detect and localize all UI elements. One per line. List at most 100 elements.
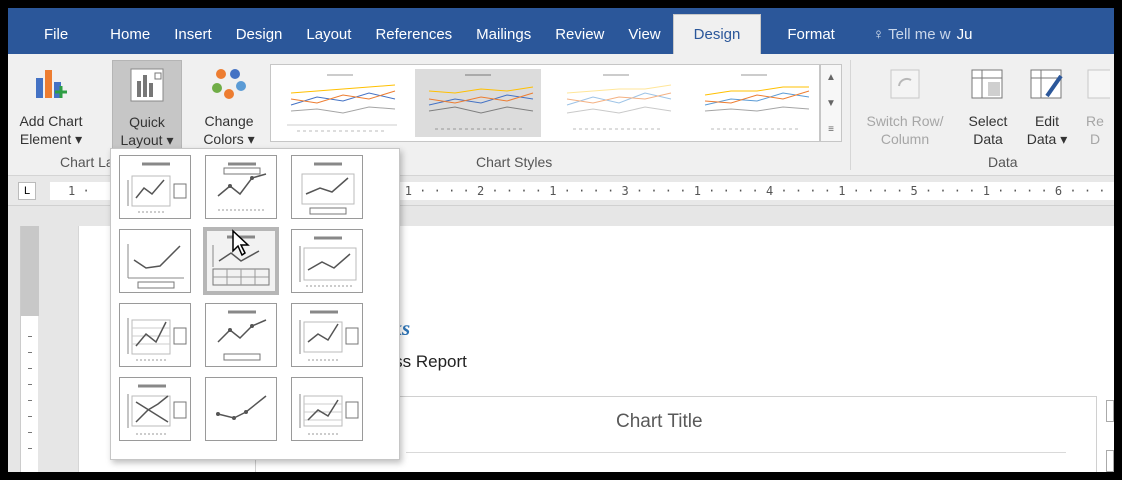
- quick-layout-label-1: Quick: [129, 114, 165, 130]
- edit-data-label-2: Data ▾: [1026, 131, 1068, 147]
- add-chart-element-label-1: Add Chart: [19, 113, 83, 129]
- chart-style-4-preview: [704, 74, 810, 130]
- quick-layout-option-2[interactable]: [205, 155, 277, 219]
- add-chart-element-label-2: Element ▾: [19, 131, 83, 147]
- gallery-up-icon[interactable]: ▲: [821, 65, 841, 91]
- chart-styles-gallery: [270, 64, 820, 142]
- switch-row-column-label-1: Switch Row/: [866, 113, 944, 129]
- quick-layout-option-9[interactable]: [291, 303, 363, 367]
- tab-insert[interactable]: Insert: [162, 14, 224, 54]
- ruler-left-text: 1 ·: [68, 184, 90, 198]
- chart-style-1-preview: [287, 74, 397, 132]
- tab-file[interactable]: File: [8, 14, 98, 54]
- group-label-chart-layouts: Chart La: [60, 154, 114, 170]
- quick-layout-icon: [130, 68, 164, 102]
- ribbon-tabs: File Home Insert Design Layout Reference…: [8, 8, 1114, 54]
- refresh-label-2: D: [1089, 131, 1101, 147]
- chart-style-3[interactable]: [553, 69, 679, 137]
- tab-home[interactable]: Home: [98, 14, 162, 54]
- mouse-pointer-icon: [232, 229, 250, 257]
- refresh-label-1: Re: [1086, 113, 1104, 129]
- quick-layout-option-11[interactable]: [205, 377, 277, 441]
- gallery-scroll[interactable]: ▲ ▼ ≡: [820, 64, 842, 142]
- ruler-tick: [28, 416, 32, 417]
- select-data-icon: [971, 69, 1003, 99]
- tell-me-box[interactable]: ♀ Tell me w Ju: [861, 14, 985, 54]
- quick-layout-option-12[interactable]: [291, 377, 363, 441]
- change-colors-label-1: Change: [204, 113, 254, 129]
- edit-data-icon: [1030, 69, 1063, 99]
- layout-4-icon: [127, 244, 184, 289]
- quick-layout-dropdown: [110, 148, 400, 460]
- add-chart-element-icon: [36, 70, 67, 98]
- vertical-ruler-margin: [21, 226, 39, 316]
- chart-resize-handle[interactable]: [1106, 400, 1114, 422]
- gallery-more-icon[interactable]: ≡: [821, 117, 841, 143]
- quick-layout-option-1[interactable]: [119, 155, 191, 219]
- word-window: File Home Insert Design Layout Reference…: [8, 8, 1114, 472]
- layout-11-icon: [216, 395, 267, 420]
- chart-style-1[interactable]: [277, 69, 403, 137]
- ruler-tick: [28, 352, 32, 353]
- change-colors-label-2: Colors ▾: [203, 131, 255, 147]
- quick-layout-inner: Quick Layout ▾: [113, 65, 181, 149]
- refresh-data-button[interactable]: Re D: [1080, 64, 1110, 148]
- chart-resize-handle[interactable]: [1106, 450, 1114, 472]
- group-label-chart-styles: Chart Styles: [476, 154, 553, 170]
- quick-layout-label-2: Layout ▾: [120, 132, 174, 148]
- tell-me-text: Tell me w: [888, 25, 951, 43]
- layout-8-icon: [217, 310, 267, 361]
- tab-layout[interactable]: Layout: [294, 14, 363, 54]
- ruler-numbers: · · · · 1 · · · · 2 · · · · 1 · · · · 3 …: [346, 184, 1114, 198]
- quick-layout-option-8[interactable]: [205, 303, 277, 367]
- tab-review[interactable]: Review: [543, 14, 616, 54]
- switch-row-column-button[interactable]: Switch Row/ Column: [856, 64, 954, 148]
- quick-layout-option-6[interactable]: [291, 229, 363, 293]
- tab-mailings[interactable]: Mailings: [464, 14, 543, 54]
- select-data-label-1: Select: [968, 113, 1008, 129]
- layout-6-icon: [299, 236, 357, 287]
- select-data-label-2: Data: [973, 131, 1003, 147]
- switch-row-column-icon: [890, 69, 920, 99]
- palette-icon: [212, 69, 246, 99]
- gallery-down-icon[interactable]: ▼: [821, 91, 841, 117]
- separator: [850, 60, 851, 170]
- chart-style-4[interactable]: [691, 69, 817, 137]
- edit-data-button[interactable]: Edit Data ▾: [1022, 64, 1072, 148]
- quick-layout-button[interactable]: Quick Layout ▾: [112, 60, 182, 154]
- chart-title[interactable]: Chart Title: [616, 411, 703, 433]
- ruler-tick: [28, 400, 32, 401]
- layout-7-icon: [127, 318, 187, 361]
- switch-row-column-label-2: Column: [880, 131, 930, 147]
- tab-references[interactable]: References: [363, 14, 464, 54]
- ruler-tick: [28, 448, 32, 449]
- ruler-tick: [28, 384, 32, 385]
- chart-style-3-preview: [566, 74, 672, 130]
- tab-selector-icon[interactable]: L: [18, 182, 36, 200]
- tab-format[interactable]: Format: [761, 14, 861, 54]
- add-chart-element-button[interactable]: Add Chart Element ▾: [14, 64, 88, 148]
- layout-2-icon: [217, 162, 267, 211]
- lightbulb-icon: ♀: [872, 25, 885, 43]
- quick-layout-option-3[interactable]: [291, 155, 363, 219]
- select-data-button[interactable]: Select Data: [962, 64, 1014, 148]
- quick-layout-option-10[interactable]: [119, 377, 191, 441]
- quick-layout-option-4[interactable]: [119, 229, 191, 293]
- quick-layout-option-7[interactable]: [119, 303, 191, 367]
- layout-9-icon: [299, 310, 359, 361]
- tab-chart-design[interactable]: Design: [672, 14, 762, 54]
- user-name-fragment: Ju: [956, 25, 973, 43]
- vertical-ruler[interactable]: [20, 226, 39, 472]
- layout-10-icon: [127, 384, 187, 435]
- tab-design[interactable]: Design: [224, 14, 295, 54]
- edit-data-label-1: Edit: [1034, 113, 1060, 129]
- change-colors-button[interactable]: Change Colors ▾: [194, 64, 264, 148]
- tab-view[interactable]: View: [616, 14, 672, 54]
- chart-gridline: [406, 452, 1066, 453]
- refresh-data-icon: [1087, 69, 1110, 99]
- group-label-data: Data: [988, 154, 1018, 170]
- chart-style-2[interactable]: [415, 69, 541, 137]
- ruler-tick: [28, 336, 32, 337]
- layout-1-icon: [127, 162, 187, 213]
- chart-style-2-preview: [428, 74, 534, 130]
